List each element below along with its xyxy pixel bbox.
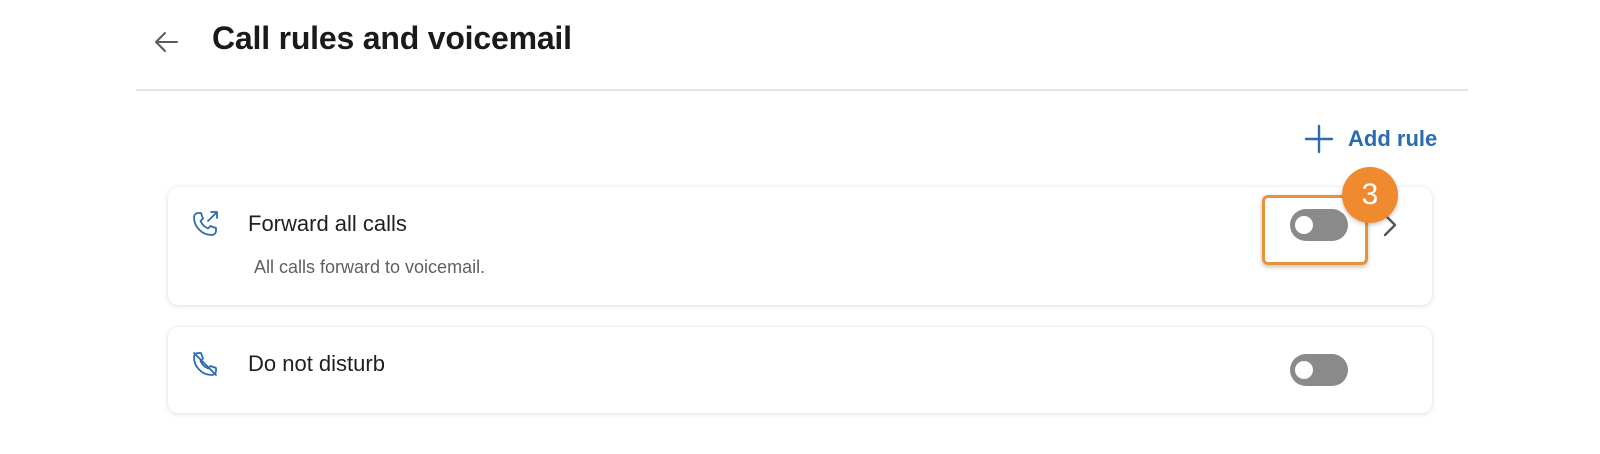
arrow-left-icon [155, 32, 178, 52]
add-rule-button[interactable]: Add rule [1304, 122, 1437, 156]
plus-icon [1304, 124, 1334, 154]
do-not-disturb-toggle[interactable] [1290, 354, 1348, 386]
phone-off-icon [193, 352, 217, 376]
page-title: Call rules and voicemail [212, 20, 572, 56]
phone-forward-icon [193, 211, 218, 236]
add-rule-label: Add rule [1348, 126, 1438, 151]
page-header: Call rules and voicemail [136, 0, 1468, 91]
toggle-knob [1295, 361, 1313, 379]
step-badge: 3 [1342, 167, 1398, 223]
rule-title: Do not disturb [248, 351, 385, 376]
rule-card-do-not-disturb[interactable]: Do not disturb [168, 327, 1432, 413]
rule-card-forward-all-calls[interactable]: Forward all calls All calls forward to v… [168, 187, 1432, 305]
rule-title: Forward all calls [248, 211, 407, 236]
rule-description: All calls forward to voicemail. [254, 257, 486, 277]
back-button[interactable] [150, 26, 182, 58]
